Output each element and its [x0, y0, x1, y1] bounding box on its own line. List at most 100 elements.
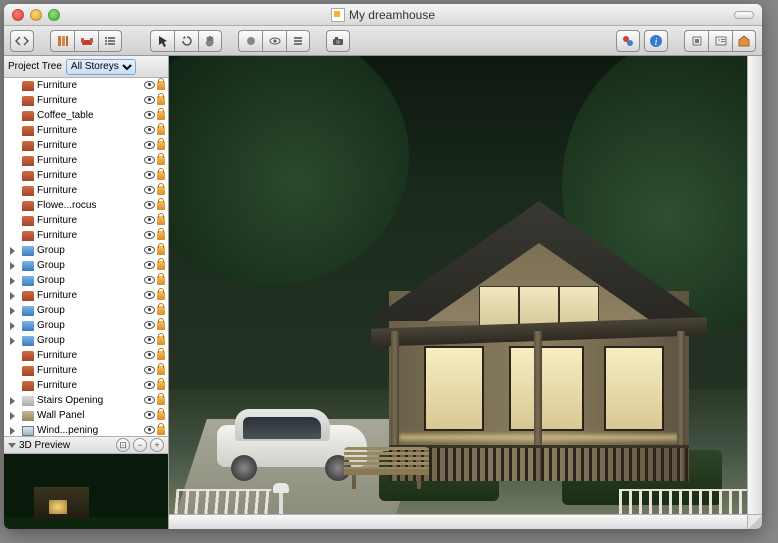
- visibility-icon[interactable]: [144, 126, 155, 134]
- tree-item[interactable]: Group: [4, 243, 168, 258]
- disclosure-icon[interactable]: [10, 427, 15, 435]
- visibility-icon[interactable]: [144, 351, 155, 359]
- camera-button[interactable]: [326, 30, 350, 52]
- disclosure-icon[interactable]: [10, 247, 15, 255]
- lock-icon[interactable]: [157, 381, 165, 390]
- tree-item[interactable]: Furniture: [4, 378, 168, 393]
- sofa-view-button[interactable]: [74, 30, 98, 52]
- info-button[interactable]: i: [644, 30, 668, 52]
- zoom-in-button[interactable]: +: [150, 438, 164, 452]
- first-person-button[interactable]: [684, 30, 708, 52]
- lock-icon[interactable]: [157, 216, 165, 225]
- visibility-icon[interactable]: [144, 426, 155, 434]
- disclosure-icon[interactable]: [10, 277, 15, 285]
- tree-item[interactable]: Wall Panel: [4, 408, 168, 423]
- tree-item[interactable]: Furniture: [4, 93, 168, 108]
- visibility-icon[interactable]: [144, 366, 155, 374]
- tree-item[interactable]: Group: [4, 303, 168, 318]
- disclosure-icon[interactable]: [10, 292, 15, 300]
- visibility-icon[interactable]: [144, 321, 155, 329]
- disclosure-icon[interactable]: [10, 322, 15, 330]
- visibility-icon[interactable]: [144, 141, 155, 149]
- tree-item[interactable]: Furniture: [4, 213, 168, 228]
- visibility-icon[interactable]: [144, 261, 155, 269]
- disclosure-icon[interactable]: [10, 397, 15, 405]
- tree-item[interactable]: Wind...pening: [4, 423, 168, 436]
- tree-item[interactable]: Furniture: [4, 288, 168, 303]
- back-forward-button[interactable]: [10, 30, 34, 52]
- visibility-icon[interactable]: [144, 336, 155, 344]
- tree-item[interactable]: Furniture: [4, 78, 168, 93]
- record-button[interactable]: [238, 30, 262, 52]
- lock-icon[interactable]: [157, 291, 165, 300]
- horizontal-scrollbar[interactable]: [169, 514, 747, 529]
- visibility-icon[interactable]: [144, 246, 155, 254]
- lock-icon[interactable]: [157, 81, 165, 90]
- lock-icon[interactable]: [157, 111, 165, 120]
- toolbar-toggle-button[interactable]: [734, 11, 754, 19]
- tree-item[interactable]: Furniture: [4, 348, 168, 363]
- visibility-icon[interactable]: [144, 186, 155, 194]
- lock-icon[interactable]: [157, 156, 165, 165]
- tree-item[interactable]: Stairs Opening: [4, 393, 168, 408]
- home-button[interactable]: [732, 30, 756, 52]
- disclosure-icon[interactable]: [10, 412, 15, 420]
- lock-icon[interactable]: [157, 396, 165, 405]
- visibility-icon[interactable]: [144, 396, 155, 404]
- tree-item[interactable]: Furniture: [4, 183, 168, 198]
- tree-item[interactable]: Furniture: [4, 123, 168, 138]
- close-button[interactable]: [12, 9, 24, 21]
- rotate-tool-button[interactable]: [174, 30, 198, 52]
- main-3d-view[interactable]: [169, 56, 762, 529]
- lock-icon[interactable]: [157, 351, 165, 360]
- lock-icon[interactable]: [157, 321, 165, 330]
- tree-item[interactable]: Group: [4, 318, 168, 333]
- tree-item[interactable]: Group: [4, 273, 168, 288]
- lock-icon[interactable]: [157, 126, 165, 135]
- tree-item[interactable]: Furniture: [4, 228, 168, 243]
- lock-icon[interactable]: [157, 246, 165, 255]
- disclosure-icon[interactable]: [10, 307, 15, 315]
- preview-3d[interactable]: [4, 454, 168, 529]
- lock-icon[interactable]: [157, 96, 165, 105]
- tree-item[interactable]: Group: [4, 333, 168, 348]
- vertical-scrollbar[interactable]: [747, 56, 762, 514]
- titlebar[interactable]: My dreamhouse: [4, 4, 762, 26]
- visibility-icon[interactable]: [144, 171, 155, 179]
- disclosure-icon[interactable]: [10, 262, 15, 270]
- zoom-button[interactable]: [48, 9, 60, 21]
- minimize-button[interactable]: [30, 9, 42, 21]
- visibility-icon[interactable]: [144, 276, 155, 284]
- materials-button[interactable]: [616, 30, 640, 52]
- tree-item[interactable]: Furniture: [4, 153, 168, 168]
- hand-tool-button[interactable]: [198, 30, 222, 52]
- bookcase-view-button[interactable]: [50, 30, 74, 52]
- tree-item[interactable]: Furniture: [4, 363, 168, 378]
- tree-item[interactable]: Group: [4, 258, 168, 273]
- project-tree[interactable]: FurnitureFurnitureCoffee_tableFurnitureF…: [4, 78, 168, 436]
- resize-handle[interactable]: [747, 514, 762, 529]
- lock-icon[interactable]: [157, 141, 165, 150]
- lock-icon[interactable]: [157, 231, 165, 240]
- lock-icon[interactable]: [157, 411, 165, 420]
- lock-icon[interactable]: [157, 276, 165, 285]
- lock-icon[interactable]: [157, 171, 165, 180]
- visibility-icon[interactable]: [144, 216, 155, 224]
- storey-selector[interactable]: All Storeys: [66, 59, 136, 75]
- pointer-tool-button[interactable]: [150, 30, 174, 52]
- visibility-icon[interactable]: [144, 381, 155, 389]
- lock-icon[interactable]: [157, 426, 165, 435]
- tree-item[interactable]: Furniture: [4, 168, 168, 183]
- visibility-icon[interactable]: [144, 201, 155, 209]
- eye-view-button[interactable]: [262, 30, 286, 52]
- tree-item[interactable]: Furniture: [4, 138, 168, 153]
- lock-icon[interactable]: [157, 201, 165, 210]
- lock-icon[interactable]: [157, 261, 165, 270]
- zoom-fit-button[interactable]: ⊡: [116, 438, 130, 452]
- tree-item[interactable]: Flowe...rocus: [4, 198, 168, 213]
- library-button[interactable]: [708, 30, 732, 52]
- lock-icon[interactable]: [157, 336, 165, 345]
- lock-icon[interactable]: [157, 366, 165, 375]
- preview-header[interactable]: 3D Preview ⊡ − +: [4, 436, 168, 454]
- visibility-icon[interactable]: [144, 411, 155, 419]
